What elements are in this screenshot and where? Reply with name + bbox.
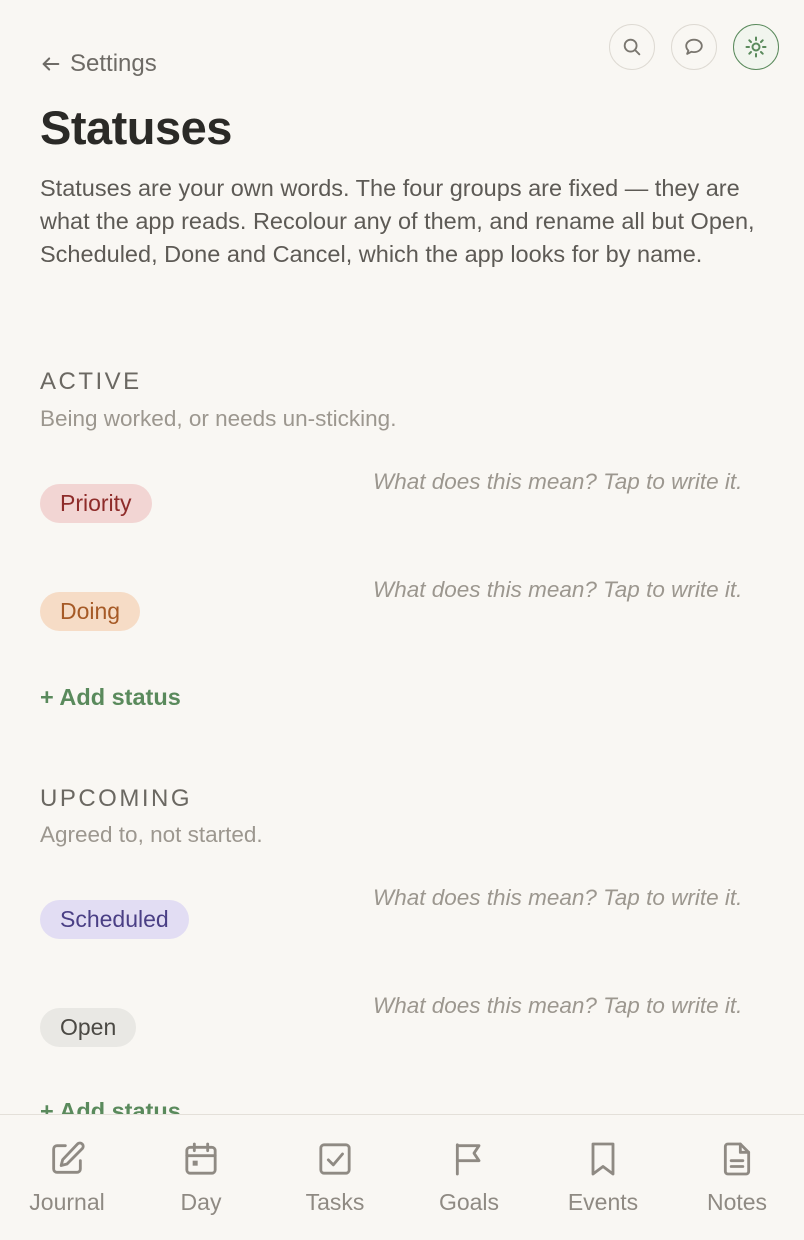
checkbox-icon — [319, 1143, 351, 1175]
sun-icon — [745, 36, 767, 58]
status-description-priority[interactable]: What does this mean? Tap to write it. — [373, 466, 773, 498]
group-title-active: ACTIVE — [40, 368, 142, 395]
status-pill-priority[interactable]: Priority — [40, 484, 152, 523]
group-subtitle-upcoming: Agreed to, not started. — [40, 822, 263, 847]
add-status-button-active[interactable]: + Add status — [40, 684, 181, 711]
search-icon — [623, 38, 641, 56]
page-title: Statuses — [40, 101, 232, 154]
group-title-upcoming: UPCOMING — [40, 785, 192, 812]
tab-tasks[interactable]: Tasks — [268, 1115, 402, 1216]
document-icon — [723, 1142, 751, 1176]
tab-label-events: Events — [567, 1189, 639, 1215]
flag-icon — [455, 1143, 481, 1176]
status-description-doing[interactable]: What does this mean? Tap to write it. — [373, 574, 773, 606]
tab-journal[interactable]: Journal — [0, 1115, 134, 1216]
pencil-square-icon — [52, 1141, 85, 1174]
status-pill-open[interactable]: Open — [40, 1008, 137, 1047]
status-pill-doing[interactable]: Doing — [40, 592, 141, 631]
chat-button[interactable] — [671, 24, 717, 70]
statuses-settings-page: Settings Statuses Statuses are your own … — [0, 0, 804, 1240]
status-description-scheduled[interactable]: What does this mean? Tap to write it. — [373, 882, 773, 914]
status-row-priority: Priority What does this mean? Tap to wri… — [40, 469, 770, 556]
page-intro: Statuses are your own words. The four gr… — [40, 175, 755, 267]
add-status-button-upcoming[interactable]: + Add status — [40, 1098, 181, 1114]
calendar-icon — [185, 1142, 217, 1175]
status-pill-scheduled[interactable]: Scheduled — [40, 900, 189, 939]
group-subtitle-active: Being worked, or needs un-sticking. — [40, 406, 397, 431]
top-actions — [609, 24, 779, 70]
bottom-tab-bar: Journal Day Tasks Goals Events Notes — [0, 1114, 804, 1240]
tab-goals[interactable]: Goals — [402, 1115, 536, 1216]
tab-notes[interactable]: Notes — [670, 1115, 804, 1216]
status-row-scheduled: Scheduled What does this mean? Tap to wr… — [40, 885, 770, 972]
back-to-settings-link[interactable]: Settings — [40, 50, 157, 78]
chat-bubble-icon — [685, 38, 703, 55]
arrow-left-icon — [42, 57, 60, 71]
tab-label-notes: Notes — [706, 1189, 768, 1215]
status-description-open[interactable]: What does this mean? Tap to write it. — [373, 990, 773, 1022]
tab-label-tasks: Tasks — [305, 1189, 365, 1215]
search-button[interactable] — [609, 24, 655, 70]
tab-label-journal: Journal — [29, 1189, 105, 1215]
back-label: Settings — [70, 50, 157, 77]
theme-button[interactable] — [733, 24, 779, 70]
tab-label-day: Day — [180, 1189, 222, 1215]
bookmark-icon — [591, 1142, 615, 1176]
status-row-open: Open What does this mean? Tap to write i… — [40, 993, 770, 1080]
tab-day[interactable]: Day — [134, 1115, 268, 1216]
status-row-doing: Doing What does this mean? Tap to write … — [40, 577, 770, 664]
tab-label-goals: Goals — [438, 1189, 500, 1215]
tab-events[interactable]: Events — [536, 1115, 670, 1216]
content-scroll-area[interactable]: Settings Statuses Statuses are your own … — [0, 0, 804, 1114]
